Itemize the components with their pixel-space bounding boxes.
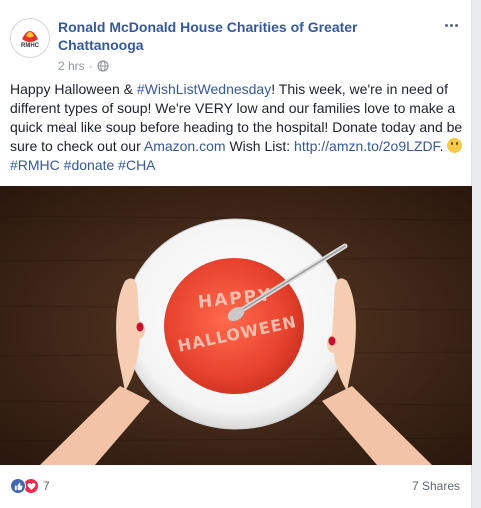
soup-bowl-image: HAPPY HALLOWEEN [0,186,472,465]
reactions-summary[interactable]: 7 [10,478,50,494]
hashtag-rmhc[interactable]: #RMHC [10,157,60,173]
post-text-segment: Happy Halloween & [10,81,137,97]
post-header: RMHC Ronald McDonald House Charities of … [10,14,465,74]
post-text: Happy Halloween & #WishListWednesday! Th… [10,80,465,175]
reaction-count: 7 [43,479,50,493]
wishlist-url-link[interactable]: http://amzn.to/2o9LZDF [294,138,440,154]
hashtag-wishlistwednesday[interactable]: #WishListWednesday [137,81,271,97]
smile-emoji-icon [447,138,463,153]
post-text-segment: Wish List: [225,138,295,154]
like-icon [10,478,26,494]
post-text-segment: . [439,138,448,154]
page-name-link[interactable]: Ronald McDonald House Charities of Great… [58,18,408,54]
amazon-link[interactable]: Amazon.com [144,138,226,154]
post-meta: 2 hrs · [58,59,109,73]
globe-icon [97,60,109,72]
post-footer: 7 7 Shares [10,476,462,496]
post-card: RMHC Ronald McDonald House Charities of … [0,0,472,508]
svg-text:RMHC: RMHC [21,43,40,49]
meta-separator: · [88,59,93,73]
post-timestamp[interactable]: 2 hrs [58,59,85,73]
hashtag-donate[interactable]: #donate [64,157,115,173]
hashtag-cha[interactable]: #CHA [118,157,155,173]
shares-count-link[interactable]: 7 Shares [412,479,460,493]
post-photo[interactable]: HAPPY HALLOWEEN [0,186,472,465]
more-options-icon[interactable] [441,18,461,32]
rmhc-logo: RMHC [11,19,49,57]
page-avatar[interactable]: RMHC [10,18,50,58]
